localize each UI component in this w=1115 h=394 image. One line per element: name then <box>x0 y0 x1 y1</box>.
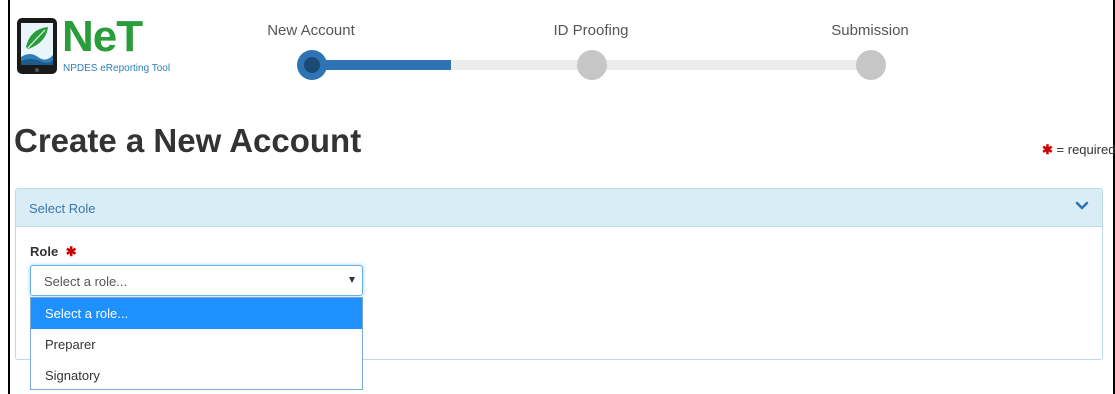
step-label-id-proofing: ID Proofing <box>553 22 629 39</box>
panel-title: Select Role <box>29 201 96 216</box>
tablet-logo-icon <box>17 18 57 74</box>
progress-track-remaining <box>451 60 861 70</box>
role-option-placeholder[interactable]: Select a role... <box>31 298 362 329</box>
net-logo: NeT NPDES eReporting Tool <box>16 13 186 77</box>
logo-title: NeT <box>62 12 143 61</box>
step-indicator-id-proofing <box>577 50 607 80</box>
chevron-down-icon[interactable] <box>1074 198 1090 214</box>
role-select[interactable]: Select a role... <box>30 265 363 296</box>
role-option-signatory[interactable]: Signatory <box>31 360 362 391</box>
window-border-left <box>8 0 10 394</box>
required-asterisk-icon: ✱ <box>65 244 77 259</box>
required-legend: ✱ = required <box>1042 142 1115 158</box>
progress-track-complete <box>320 60 451 70</box>
logo-subtitle: NPDES eReporting Tool <box>63 63 171 74</box>
step-label-submission: Submission <box>831 22 909 39</box>
role-option-preparer[interactable]: Preparer <box>31 329 362 360</box>
role-options-list: Select a role... Preparer Signatory <box>30 297 363 390</box>
panel-heading[interactable]: Select Role <box>16 189 1102 227</box>
step-label-new-account: New Account <box>267 22 355 39</box>
page-title: Create a New Account <box>14 122 362 159</box>
required-asterisk-icon: ✱ <box>1042 142 1053 157</box>
role-field-label: Role ✱ <box>30 244 77 260</box>
step-indicator-new-account <box>297 50 327 80</box>
step-indicator-submission <box>856 50 886 80</box>
role-label-text: Role <box>30 244 59 259</box>
role-select-value: Select a role... <box>44 274 128 289</box>
dropdown-arrow-icon <box>349 277 355 283</box>
required-legend-text: = required <box>1056 142 1115 157</box>
